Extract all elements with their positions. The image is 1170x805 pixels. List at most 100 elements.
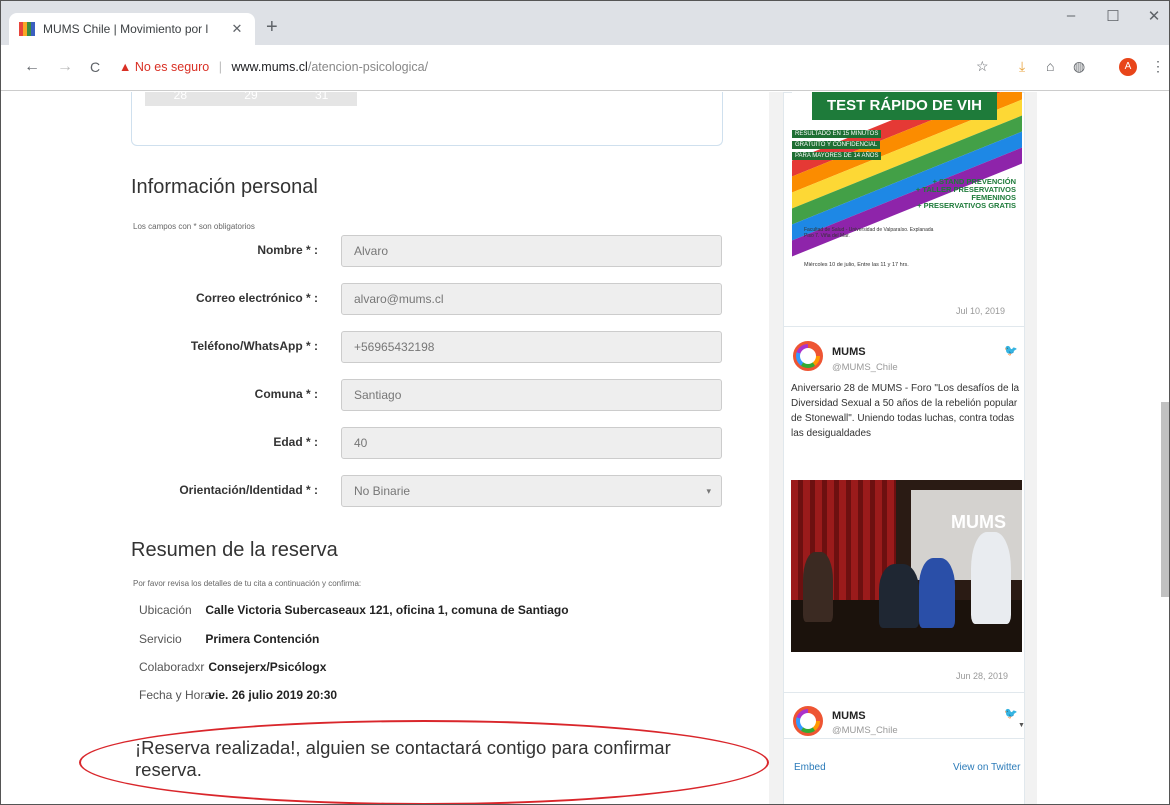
poster-date: Miércoles 10 de julio, Entre las 11 y 17… — [804, 262, 909, 268]
comuna-label: Comuna * : — [254, 387, 318, 401]
calendar-row: 28 29 31 — [145, 92, 357, 106]
close-tab-icon[interactable]: ✕ — [229, 21, 245, 37]
photo-person — [919, 558, 955, 628]
calendar-widget: 28 29 31 — [131, 92, 723, 146]
tweet-author-name[interactable]: MUMS — [832, 710, 866, 722]
name-field[interactable]: Alvaro — [341, 235, 722, 267]
summary-value: Calle Victoria Subercaseaux 121, oficina… — [205, 603, 569, 617]
widget-scroll-down-icon[interactable]: ▼ — [1018, 722, 1025, 729]
phone-row: Teléfono/WhatsApp * : +56965432198 — [131, 331, 723, 363]
tweet-author-handle[interactable]: @MUMS_Chile — [832, 362, 898, 373]
bookmark-star-icon[interactable]: ☆ — [976, 58, 989, 75]
photo-screen-text: MUMS — [951, 512, 1006, 532]
address-bar[interactable]: ▲ No es seguro | www.mums.cl/atencion-ps… — [119, 60, 428, 74]
tweet-divider — [784, 692, 1024, 693]
download-icon[interactable]: ⤓ — [1019, 58, 1025, 75]
summary-note: Por favor revisa los detalles de tu cita… — [133, 579, 362, 588]
summary-value: Primera Contención — [205, 632, 320, 646]
summary-key: Colaboradxr — [139, 660, 205, 674]
summary-key: Fecha y Hora — [139, 688, 212, 702]
warning-icon: ▲ — [119, 60, 132, 74]
email-label: Correo electrónico * : — [195, 291, 318, 305]
confirmation-message: ¡Reserva realizada!, alguien se contacta… — [135, 737, 671, 780]
tweet-divider — [784, 326, 1024, 327]
url-path: /atencion-psicologica/ — [307, 60, 429, 74]
calendar-day[interactable]: 29 — [244, 92, 257, 102]
poster-lines: RESULTADO EN 15 MINUTOS GRATUITO Y CONFI… — [792, 130, 927, 163]
orientation-select[interactable]: No Binarie ▾ — [341, 475, 722, 507]
twitter-bird-icon: 🐦 — [1004, 708, 1018, 720]
email-field[interactable]: alvaro@mums.cl — [341, 283, 722, 315]
tab-strip: MUMS Chile | Movimiento por l ✕ + – ☐ ✕ — [1, 1, 1169, 45]
photo-person — [803, 552, 833, 622]
summary-value: vie. 26 julio 2019 20:30 — [208, 688, 338, 702]
orientation-row: Orientación/Identidad * : No Binarie ▾ — [131, 475, 723, 507]
personal-info-heading: Información personal — [131, 176, 318, 198]
mums-favicon-icon — [19, 22, 35, 36]
tweet-date[interactable]: Jun 28, 2019 — [956, 671, 1008, 681]
name-label: Nombre * : — [257, 243, 318, 257]
shield-extension-icon[interactable]: ◍ — [1073, 58, 1085, 75]
age-row: Edad * : 40 — [131, 427, 723, 459]
summary-row-collaborator: Colaboradxr Consejerx/Psicólogx — [139, 660, 326, 674]
menu-icon[interactable]: ⋮ — [1151, 58, 1165, 75]
browser-window: MUMS Chile | Movimiento por l ✕ + – ☐ ✕ … — [0, 0, 1170, 805]
view-on-twitter-link[interactable]: View on Twitter — [953, 762, 1020, 773]
profile-avatar[interactable]: A — [1119, 58, 1137, 76]
embed-link[interactable]: Embed — [794, 762, 826, 773]
mums-avatar[interactable] — [793, 341, 823, 371]
hiv-test-poster[interactable]: TEST RÁPIDO DE VIH RESULTADO EN 15 MINUT… — [792, 92, 1022, 284]
required-note: Los campos con * son obligatorios — [133, 222, 255, 231]
new-tab-button[interactable]: + — [266, 17, 278, 37]
browser-toolbar: ← → C ▲ No es seguro | www.mums.cl/atenc… — [1, 45, 1169, 91]
summary-row-datetime: Fecha y Hora vie. 26 julio 2019 20:30 — [139, 688, 337, 702]
maximize-button[interactable]: ☐ — [1103, 7, 1123, 25]
age-field[interactable]: 40 — [341, 427, 722, 459]
summary-key: Ubicación — [139, 603, 192, 617]
poster-bullet: + PRESERVATIVOS GRATIS — [917, 201, 1016, 210]
summary-key: Servicio — [139, 632, 182, 646]
summary-row-location: Ubicación Calle Victoria Subercaseaux 12… — [139, 603, 569, 617]
poster-info: Facultad de Salud - Universidad de Valpa… — [804, 227, 934, 239]
reload-icon[interactable]: C — [86, 59, 104, 75]
orientation-label: Orientación/Identidad * : — [179, 483, 318, 497]
url-domain: www.mums.cl — [231, 60, 308, 74]
poster-line: GRATUITO Y CONFIDENCIAL — [792, 141, 881, 149]
comuna-field[interactable]: Santiago — [341, 379, 722, 411]
poster-bullets: + STAND PREVENCIÓN + TALLER PRESERVATIVO… — [916, 178, 1016, 210]
summary-value: Consejerx/Psicólogx — [208, 660, 327, 674]
phone-label: Teléfono/WhatsApp * : — [190, 339, 318, 353]
extension-icon[interactable]: ⌂ — [1046, 58, 1054, 74]
page-scrollbar[interactable] — [1161, 402, 1169, 597]
calendar-day[interactable]: 28 — [174, 92, 187, 102]
calendar-day[interactable]: 31 — [315, 92, 328, 102]
poster-line: RESULTADO EN 15 MINUTOS — [792, 130, 882, 138]
name-row: Nombre * : Alvaro — [131, 235, 723, 267]
mums-avatar[interactable] — [793, 706, 823, 736]
tweet-author-name[interactable]: MUMS — [832, 346, 866, 358]
phone-field[interactable]: +56965432198 — [341, 331, 722, 363]
tweet-date[interactable]: Jul 10, 2019 — [956, 306, 1005, 316]
page-content: 28 29 31 Información personal Los campos… — [1, 92, 1169, 804]
chevron-down-icon: ▾ — [706, 486, 711, 496]
back-icon[interactable]: ← — [23, 58, 41, 76]
photo-person — [879, 564, 919, 628]
tweet-photo[interactable]: MUMS — [791, 480, 1022, 652]
close-window-button[interactable]: ✕ — [1144, 7, 1164, 25]
poster-title: TEST RÁPIDO DE VIH — [812, 92, 997, 120]
tab-title: MUMS Chile | Movimiento por l — [43, 22, 209, 36]
twitter-bird-icon: 🐦 — [1004, 345, 1018, 357]
orientation-value: No Binarie — [354, 484, 411, 498]
minimize-button[interactable]: – — [1061, 7, 1081, 24]
comuna-row: Comuna * : Santiago — [131, 379, 723, 411]
browser-tab[interactable]: MUMS Chile | Movimiento por l ✕ — [9, 13, 255, 45]
tweet-text: Aniversario 28 de MUMS - Foro "Los desaf… — [791, 383, 1020, 439]
tweet-author-handle[interactable]: @MUMS_Chile — [832, 725, 898, 736]
summary-heading: Resumen de la reserva — [131, 539, 338, 561]
age-label: Edad * : — [273, 435, 318, 449]
poster-line: PARA MAYORES DE 14 AÑOS — [792, 152, 882, 160]
forward-icon[interactable]: → — [56, 58, 74, 76]
email-row: Correo electrónico * : alvaro@mums.cl — [131, 283, 723, 315]
photo-person — [971, 532, 1011, 624]
summary-row-service: Servicio Primera Contención — [139, 632, 319, 646]
